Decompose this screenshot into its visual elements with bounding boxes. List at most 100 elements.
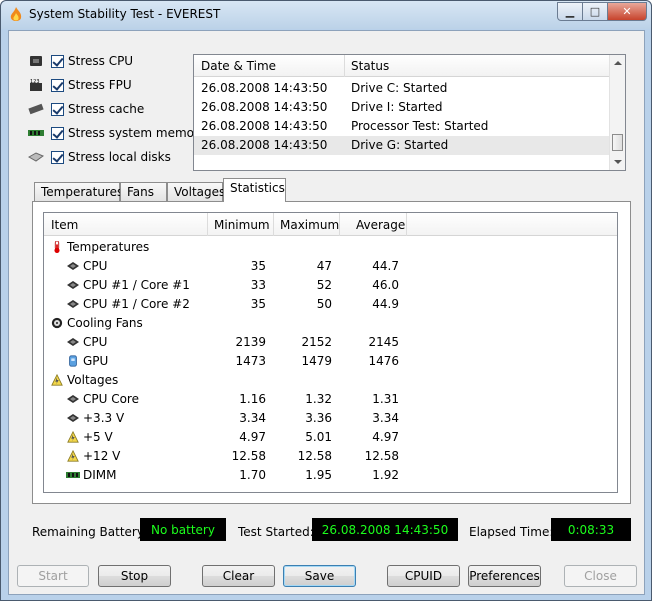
log-status: Drive C: Started [351,81,448,95]
title-bar[interactable]: System Stability Test - EVEREST ▁ □ ✕ [1,1,651,29]
save-button[interactable]: Save [283,565,356,587]
app-window: System Stability Test - EVEREST ▁ □ ✕ St… [0,0,652,601]
elapsed-time-label: Elapsed Time: [469,525,554,539]
tab-voltages[interactable]: Voltages [167,182,225,201]
cache-chip-icon [28,103,44,115]
stress-memory-checkbox[interactable] [51,126,64,140]
fan-icon [51,317,63,329]
row-label: +3.3 V [83,411,125,425]
clear-button[interactable]: Clear [202,565,275,587]
stress-fpu-label: Stress FPU [68,78,132,92]
stress-memory-option[interactable]: Stress system memory [27,124,206,142]
row-avg: 1.31 [372,392,399,406]
row-avg: 1.92 [372,468,399,482]
statistics-table[interactable]: Item Minimum Maximum Average Temperature… [43,212,618,493]
stress-cache-checkbox[interactable] [51,102,64,116]
cpu-chip-icon [67,395,79,403]
disk-drive-icon [27,152,45,162]
scroll-down-icon[interactable] [614,160,622,164]
group-row-temperatures[interactable]: Temperatures [44,238,617,257]
log-scrollbar[interactable] [609,55,625,170]
group-row-voltages[interactable]: Voltages [44,371,617,390]
row-avg: 4.97 [372,430,399,444]
group-label: Cooling Fans [67,316,143,330]
stress-cache-option[interactable]: Stress cache [27,100,144,118]
log-row[interactable]: 26.08.2008 14:43:50 Drive C: Started [194,79,610,98]
stress-fpu-checkbox[interactable] [51,78,64,92]
row-avg: 2145 [368,335,399,349]
stats-row[interactable]: +12 V 12.58 12.58 12.58 [44,447,617,466]
row-min: 35 [250,297,266,311]
row-min: 2139 [235,335,266,349]
row-min: 1473 [235,354,266,368]
col-item[interactable]: Item [51,218,78,232]
cpu-chip-icon [30,56,42,66]
row-label: GPU [83,354,109,368]
stats-row[interactable]: DIMM 1.70 1.95 1.92 [44,466,617,485]
row-max: 3.36 [305,411,332,425]
stress-disks-option[interactable]: Stress local disks [27,148,171,166]
test-started-label: Test Started: [238,525,314,539]
fpu-123-icon: 123 [30,79,42,91]
voltage-warning-icon [67,450,79,462]
stress-cpu-option[interactable]: Stress CPU [27,52,133,70]
scroll-up-icon[interactable] [614,61,622,65]
cpuid-button[interactable]: CPUID [387,565,460,587]
status-log-list[interactable]: Date & Time Status 26.08.2008 14:43:50 D… [193,54,626,171]
tab-fans[interactable]: Fans [120,182,167,201]
scroll-thumb[interactable] [612,134,623,151]
stats-row[interactable]: CPU Core 1.16 1.32 1.31 [44,390,617,409]
stats-row[interactable]: CPU #1 / Core #2 35 50 44.9 [44,295,617,314]
tab-statistics[interactable]: Statistics [223,178,286,202]
stats-row[interactable]: CPU 35 47 44.7 [44,257,617,276]
battery-label: Remaining Battery: [32,525,148,539]
stress-cache-label: Stress cache [68,102,145,116]
row-min: 4.97 [239,430,266,444]
log-row-selected[interactable]: 26.08.2008 14:43:50 Drive G: Started [194,136,610,155]
log-time: 26.08.2008 14:43:50 [201,81,328,95]
start-button[interactable]: Start [17,565,89,587]
log-row[interactable]: 26.08.2008 14:43:50 Processor Test: Star… [194,117,610,136]
row-max: 1479 [301,354,332,368]
stats-row[interactable]: +3.3 V 3.34 3.36 3.34 [44,409,617,428]
memory-module-icon [28,130,44,136]
col-minimum[interactable]: Minimum [214,218,270,232]
maximize-button[interactable]: □ [582,2,608,21]
statistics-panel: Item Minimum Maximum Average Temperature… [32,201,631,504]
close-icon: ✕ [622,5,632,18]
log-time: 26.08.2008 14:43:50 [201,119,328,133]
stress-disks-checkbox[interactable] [51,150,64,164]
stress-cpu-checkbox[interactable] [51,54,64,68]
col-average[interactable]: Average [356,218,405,232]
row-label: CPU #1 / Core #2 [83,297,190,311]
log-row[interactable]: 26.08.2008 14:43:50 Drive I: Started [194,98,610,117]
stats-row[interactable]: GPU 1473 1479 1476 [44,352,617,371]
stats-row[interactable]: +5 V 4.97 5.01 4.97 [44,428,617,447]
gpu-icon [69,355,77,367]
battery-display: No battery [140,518,226,541]
minimize-button[interactable]: ▁ [557,2,583,21]
row-min: 35 [250,259,266,273]
row-label: CPU #1 / Core #1 [83,278,190,292]
close-window-button[interactable]: ✕ [607,2,647,21]
stop-button[interactable]: Stop [98,565,171,587]
row-min: 33 [250,278,266,292]
log-status: Drive G: Started [351,138,449,152]
cpu-chip-icon [67,262,79,270]
log-col-status[interactable]: Status [351,59,389,73]
preferences-button[interactable]: Preferences [468,565,541,587]
stress-fpu-option[interactable]: 123 Stress FPU [27,76,132,94]
svg-text:123: 123 [30,79,40,85]
col-maximum[interactable]: Maximum [280,218,339,232]
stats-row[interactable]: CPU 2139 2152 2145 [44,333,617,352]
row-label: +12 V [83,449,121,463]
row-label: CPU Core [83,392,139,406]
close-button[interactable]: Close [564,565,637,587]
group-row-cooling-fans[interactable]: Cooling Fans [44,314,617,333]
row-min: 1.70 [239,468,266,482]
tab-temperatures[interactable]: Temperatures [34,182,123,201]
group-label: Temperatures [67,240,150,254]
log-col-datetime[interactable]: Date & Time [201,59,276,73]
voltage-warning-icon [51,374,63,386]
stats-row[interactable]: CPU #1 / Core #1 33 52 46.0 [44,276,617,295]
